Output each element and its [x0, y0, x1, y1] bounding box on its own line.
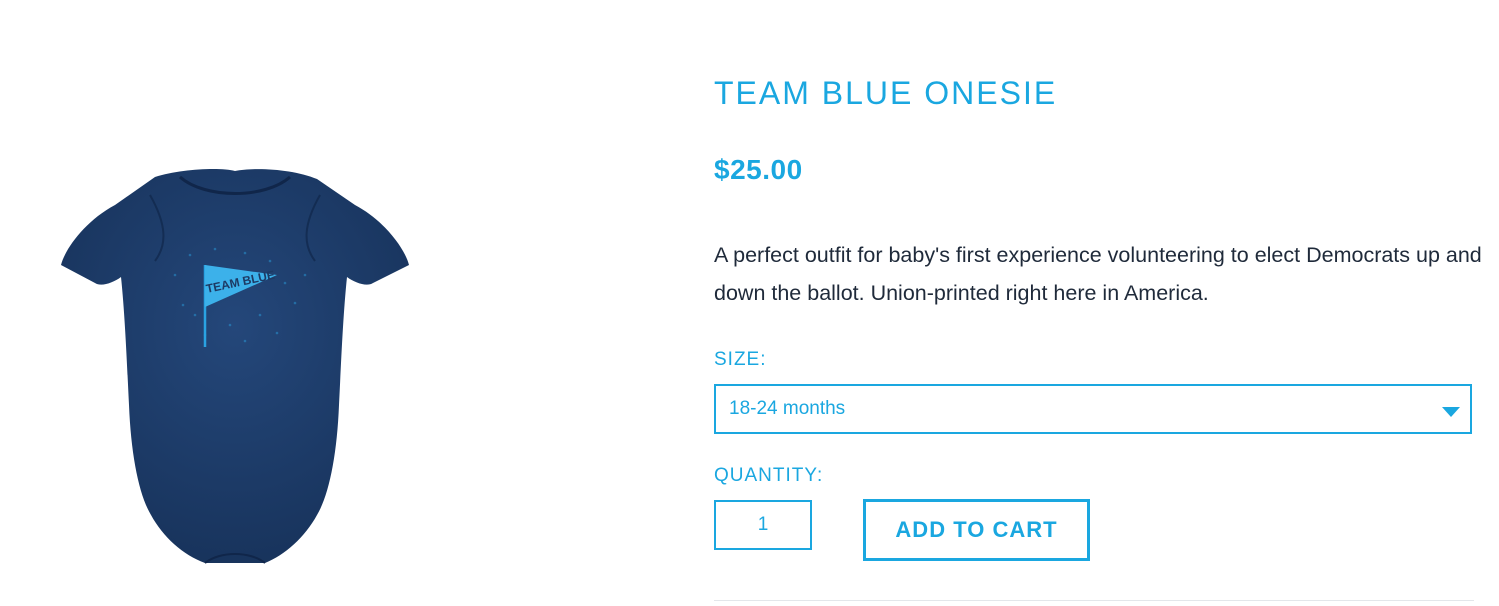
- add-to-cart-button[interactable]: ADD TO CART: [863, 499, 1090, 561]
- size-selected-value: 18-24 months: [729, 398, 846, 419]
- quantity-label: QUANTITY:: [714, 465, 824, 486]
- product-page: TEAM BLUE TEAM BLUE ONESIE $25.00 A perf…: [0, 0, 1499, 606]
- product-price: $25.00: [714, 154, 803, 185]
- quantity-input[interactable]: [714, 500, 812, 550]
- size-label: SIZE:: [714, 349, 767, 370]
- chevron-down-icon: [1442, 407, 1460, 417]
- divider: [714, 600, 1474, 601]
- product-image: TEAM BLUE: [61, 169, 409, 564]
- size-select[interactable]: 18-24 months: [714, 384, 1472, 434]
- product-description: A perfect outfit for baby's first experi…: [714, 243, 1482, 305]
- product-title: TEAM BLUE ONESIE: [714, 75, 1058, 111]
